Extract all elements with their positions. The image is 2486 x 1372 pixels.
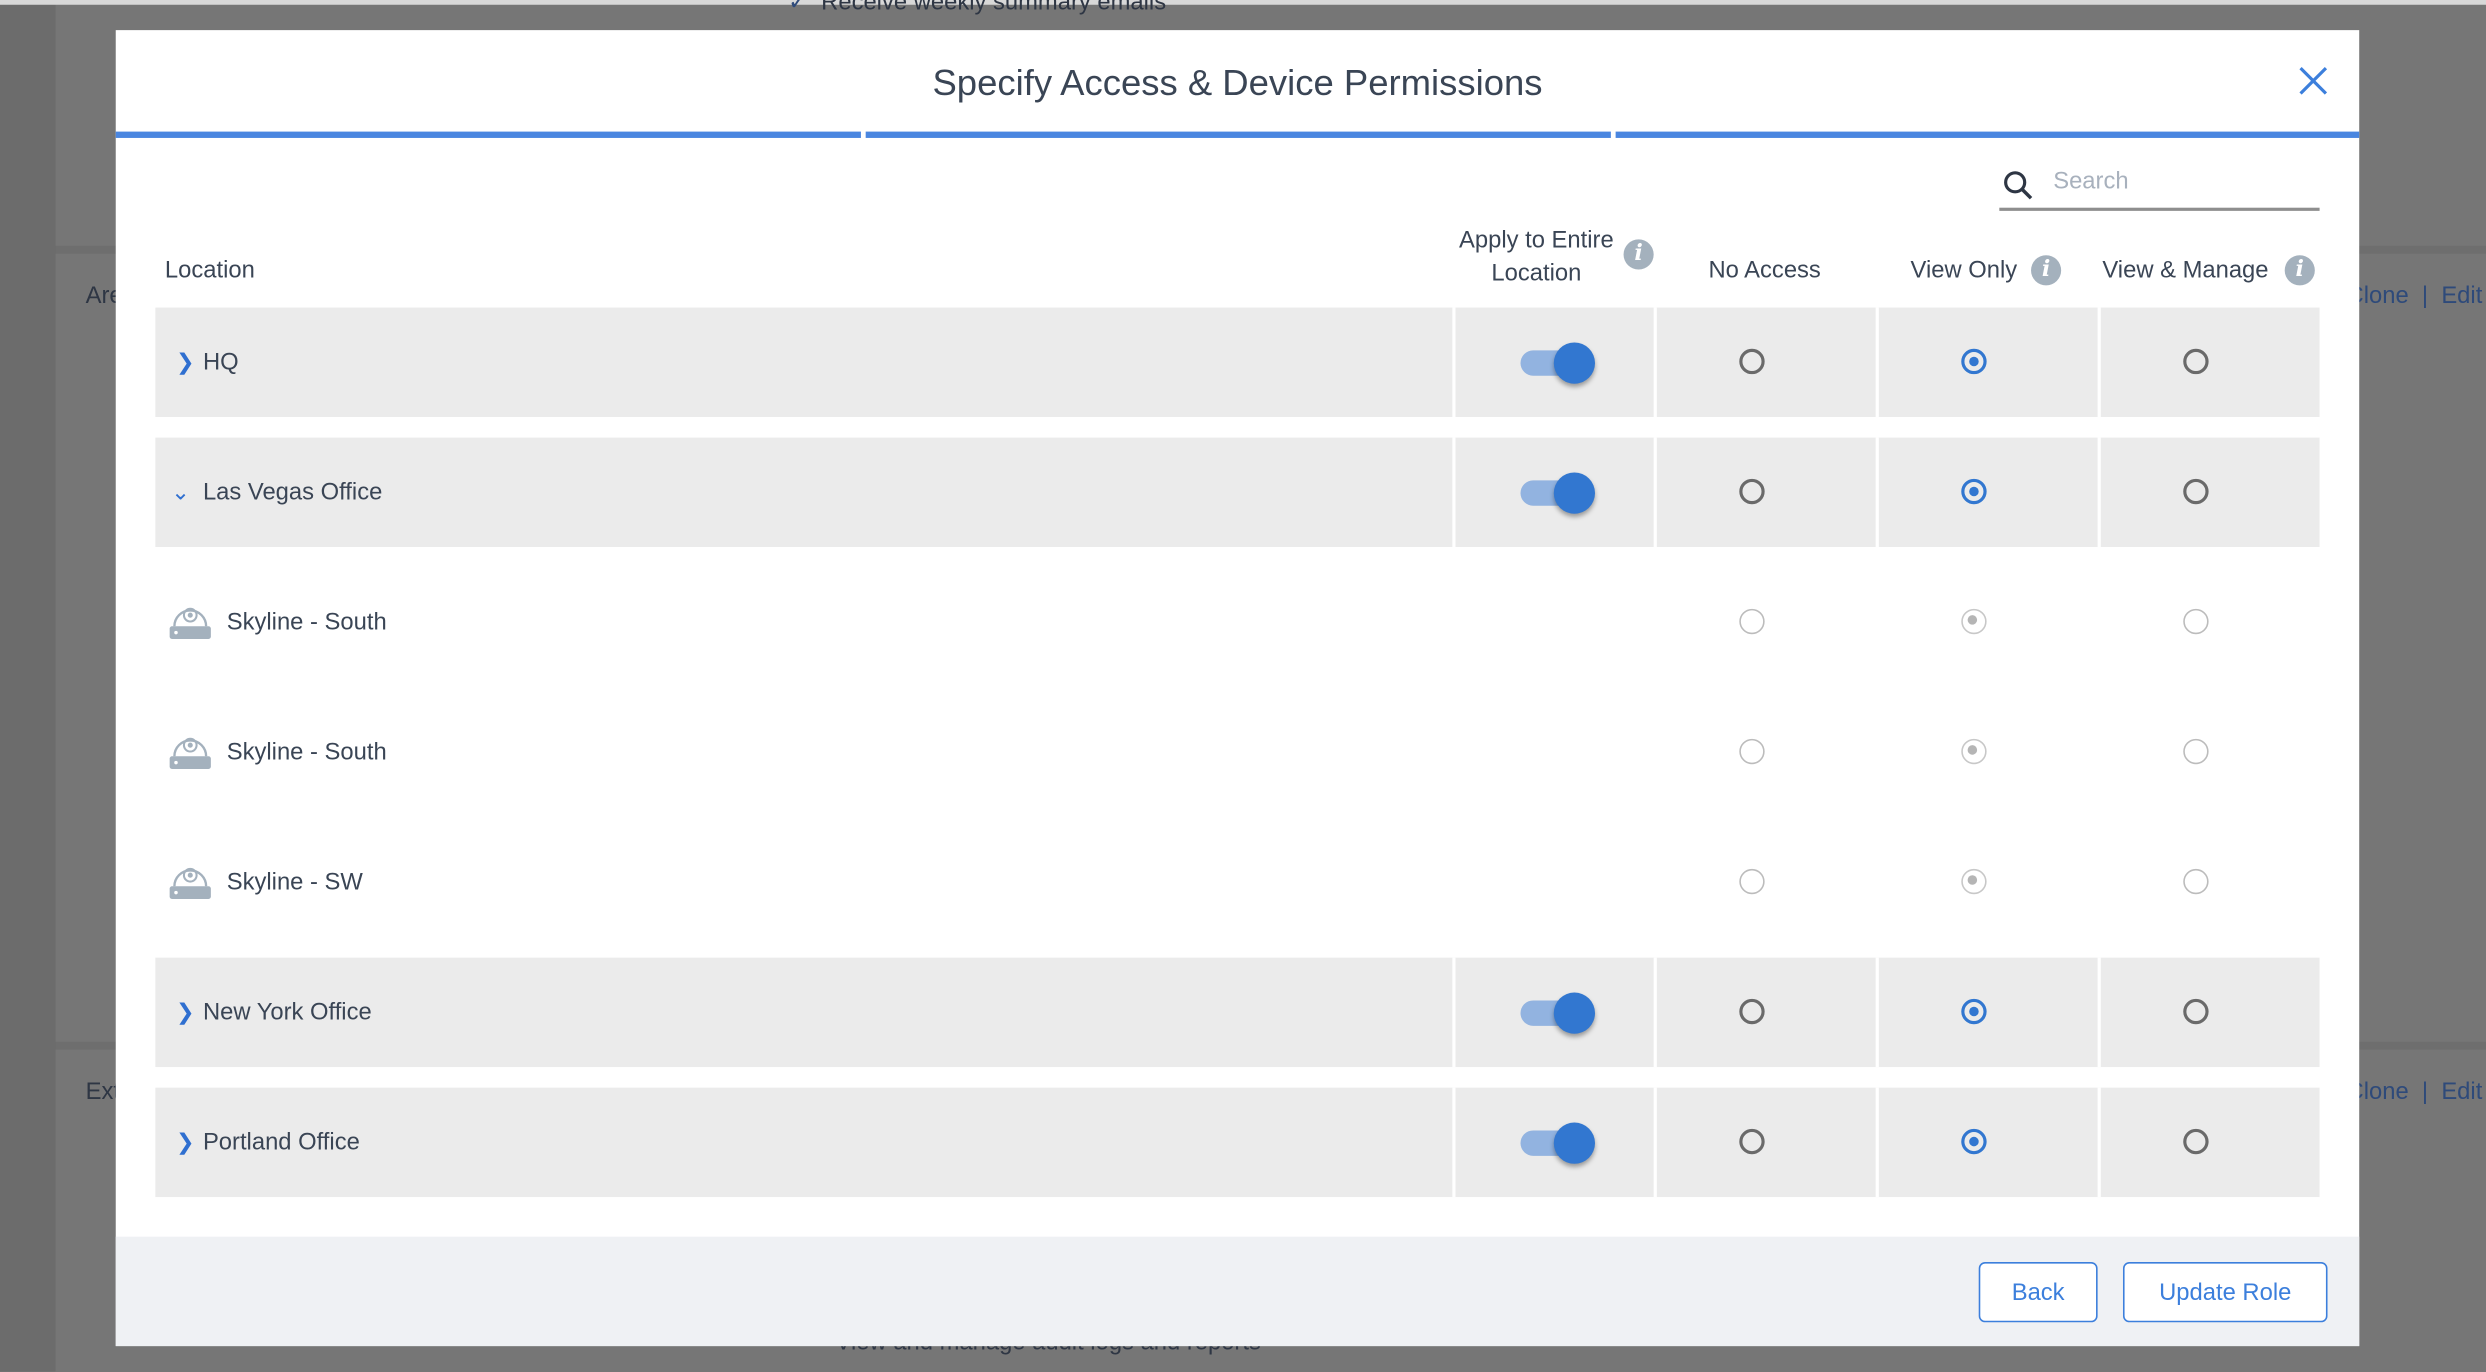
location-name: Portland Office: [202, 1128, 360, 1156]
edit-link[interactable]: Edit: [2441, 1078, 2482, 1105]
camera-icon: [169, 607, 211, 639]
info-icon[interactable]: i: [2284, 255, 2315, 286]
location-name: HQ: [202, 348, 239, 376]
radio-view-manage[interactable]: [2183, 608, 2209, 635]
search-input[interactable]: [2050, 166, 2311, 197]
radio-no-access[interactable]: [1739, 738, 1765, 765]
close-button[interactable]: [2294, 62, 2332, 100]
modal-title: Specify Access & Device Permissions: [932, 61, 1543, 104]
column-header-no-access: No Access: [1708, 256, 1821, 284]
back-button[interactable]: Back: [1978, 1262, 2098, 1323]
toggle-knob: [1553, 1122, 1596, 1164]
page: ✓ Receive weekly summary emails Are Ext …: [0, 0, 2486, 1372]
radio-view-only[interactable]: [1961, 1128, 1987, 1155]
device-name: Skyline - SW: [226, 868, 363, 896]
apply-entire-toggle[interactable]: [1520, 342, 1596, 384]
radio-no-access[interactable]: [1739, 478, 1765, 505]
edit-link[interactable]: Edit: [2441, 282, 2482, 309]
cell-divider: [2097, 957, 2101, 1068]
background-actions: Clone | Edit: [2346, 282, 2483, 310]
radio-no-access[interactable]: [1739, 1128, 1765, 1155]
location-row: ❯ New York Office: [155, 957, 2320, 1068]
radio-no-access[interactable]: [1739, 348, 1765, 375]
location-row: ⌄ Las Vegas Office: [155, 437, 2320, 547]
background-sidebar: [0, 0, 56, 1372]
cell-divider: [1653, 437, 1657, 547]
radio-no-access[interactable]: [1739, 998, 1765, 1025]
column-header-view-only: View Only: [1910, 256, 2018, 284]
top-border: [0, 0, 2486, 5]
radio-view-manage[interactable]: [2183, 478, 2209, 505]
chevron-right-icon[interactable]: ❯: [176, 1088, 195, 1197]
radio-view-only[interactable]: [1961, 868, 1987, 895]
cell-divider: [1875, 957, 1879, 1068]
search-icon: [2004, 171, 2033, 200]
update-role-button[interactable]: Update Role: [2122, 1262, 2328, 1323]
location-name: Las Vegas Office: [202, 478, 383, 506]
header-text: Location: [1491, 260, 1582, 287]
toggle-knob: [1553, 472, 1596, 514]
apply-entire-toggle[interactable]: [1520, 472, 1596, 514]
progress-step-3: [1615, 131, 2360, 138]
cell-divider: [1875, 1087, 1879, 1198]
radio-view-manage[interactable]: [2183, 1128, 2209, 1155]
camera-icon: [169, 737, 211, 769]
close-icon: [2299, 67, 2328, 95]
cell-divider: [1452, 437, 1456, 547]
radio-view-manage[interactable]: [2183, 868, 2209, 895]
cell-divider: [2097, 1087, 2101, 1198]
cell-divider: [1653, 957, 1657, 1068]
search-field[interactable]: [1999, 163, 2320, 211]
location-row: ❯ HQ: [155, 307, 2320, 417]
modal-footer: Back Update Role: [115, 1236, 2360, 1347]
radio-view-only[interactable]: [1961, 998, 1987, 1025]
radio-view-only[interactable]: [1961, 478, 1987, 505]
cell-divider: [1875, 437, 1879, 547]
device-row: Skyline - SW: [155, 828, 2319, 937]
chevron-down-icon[interactable]: ⌄: [171, 438, 190, 547]
column-header-location: Location: [164, 256, 255, 284]
radio-view-only[interactable]: [1961, 738, 1987, 765]
apply-entire-toggle[interactable]: [1520, 992, 1596, 1034]
background-checkbox-row: ✓ Receive weekly summary emails: [788, 0, 1166, 16]
radio-view-manage[interactable]: [2183, 738, 2209, 765]
device-row: Skyline - South: [155, 698, 2319, 807]
location-row: ❯ Portland Office: [155, 1087, 2320, 1198]
cell-divider: [1452, 307, 1456, 417]
header-text: Apply to Entire: [1459, 226, 1614, 254]
permissions-modal: Specify Access & Device Permissions Loca…: [115, 30, 2360, 1347]
cell-divider: [2097, 437, 2101, 547]
location-name: New York Office: [202, 998, 372, 1026]
device-name: Skyline - South: [226, 608, 387, 636]
device-row: Skyline - South: [155, 568, 2319, 677]
chevron-right-icon[interactable]: ❯: [176, 308, 195, 417]
radio-no-access[interactable]: [1739, 608, 1765, 635]
radio-view-only[interactable]: [1961, 608, 1987, 635]
camera-icon: [169, 867, 211, 899]
apply-entire-toggle[interactable]: [1520, 1122, 1596, 1164]
column-header-view-manage: View & Manage: [2102, 256, 2269, 284]
radio-view-manage[interactable]: [2183, 998, 2209, 1025]
column-header-apply: Apply to Entire Location: [1441, 224, 1631, 291]
toggle-knob: [1553, 342, 1596, 384]
cell-divider: [1452, 1087, 1456, 1198]
cell-divider: [1875, 307, 1879, 417]
cell-divider: [1653, 307, 1657, 417]
radio-view-manage[interactable]: [2183, 348, 2209, 375]
cell-divider: [1653, 1087, 1657, 1198]
chevron-right-icon[interactable]: ❯: [176, 958, 195, 1067]
radio-no-access[interactable]: [1739, 868, 1765, 895]
radio-view-only[interactable]: [1961, 348, 1987, 375]
info-icon[interactable]: i: [2031, 255, 2062, 286]
cell-divider: [1452, 957, 1456, 1068]
progress-step-2: [865, 131, 1611, 138]
toggle-knob: [1553, 992, 1596, 1034]
cell-divider: [2097, 307, 2101, 417]
background-actions: Clone | Edit: [2346, 1078, 2483, 1106]
device-name: Skyline - South: [226, 738, 387, 766]
info-icon[interactable]: i: [1623, 239, 1654, 270]
progress-step-1: [115, 131, 861, 138]
background-text: Receive weekly summary emails: [821, 0, 1167, 16]
check-icon: ✓: [787, 0, 808, 16]
